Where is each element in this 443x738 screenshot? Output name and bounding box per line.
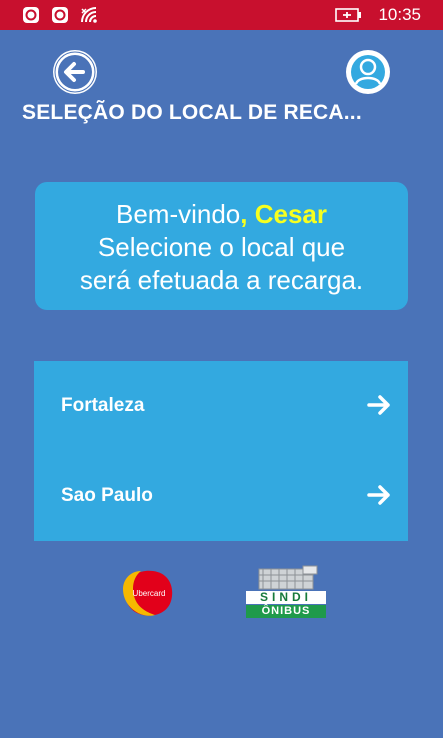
arrow-right-icon [367, 395, 390, 415]
welcome-card: Bem-vindo, Cesar Selecione o local que s… [35, 182, 408, 310]
location-list: Fortaleza Sao Paulo [34, 361, 408, 541]
arrow-right-icon [367, 485, 390, 505]
clock: 10:35 [378, 5, 421, 24]
bus-building-icon [258, 565, 318, 590]
battery-charging-icon [335, 8, 361, 22]
wifi-icon [81, 7, 97, 23]
user-icon [348, 52, 388, 92]
app-notification-icon [52, 7, 68, 23]
welcome-line-2: Selecione o local que [97, 232, 346, 262]
location-item-fortaleza[interactable]: Fortaleza [34, 361, 408, 451]
welcome-line-1: Bem-vindo, Cesar [35, 198, 408, 231]
page-title: SELEÇÃO DO LOCAL DE RECA... [22, 101, 362, 124]
welcome-line-3: será efetuada a recarga. [79, 265, 364, 295]
location-label: Fortaleza [61, 395, 145, 416]
ubercard-logo-text: Ubercard [133, 589, 166, 598]
back-button[interactable] [53, 50, 97, 94]
location-item-sao-paulo[interactable]: Sao Paulo [34, 451, 408, 541]
sindi-onibus-logo: SINDI ÔNIBUS [241, 565, 331, 620]
location-label: Sao Paulo [61, 485, 153, 506]
status-bar: 10:35 [0, 0, 443, 30]
user-name: , Cesar [240, 199, 327, 229]
app-notification-icon [23, 7, 39, 23]
sindi-text: SINDI [246, 591, 326, 604]
onibus-text: ÔNIBUS [246, 605, 326, 618]
welcome-greeting: Bem-vindo [115, 199, 241, 229]
ubercard-logo: Ubercard [123, 570, 173, 616]
profile-button[interactable] [346, 50, 390, 94]
arrow-left-icon [54, 51, 96, 93]
